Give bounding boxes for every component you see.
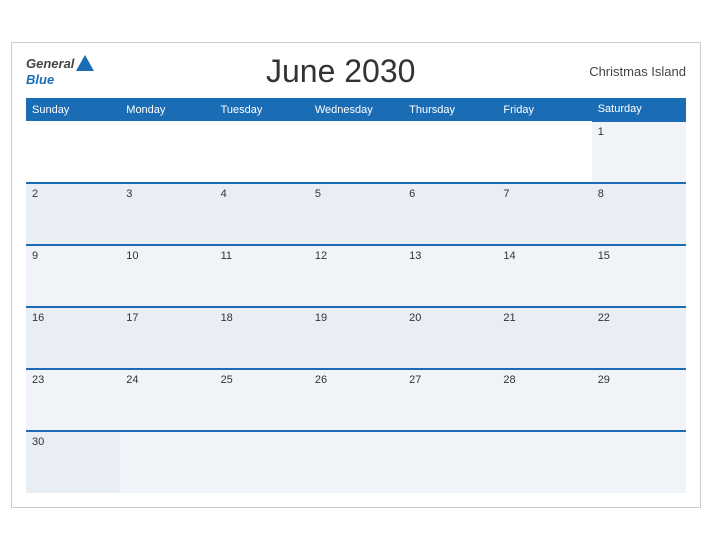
- calendar-day: [592, 431, 686, 493]
- calendar-day: 21: [497, 307, 591, 369]
- day-number: 8: [598, 188, 604, 200]
- calendar-day: 13: [403, 245, 497, 307]
- calendar-day: 26: [309, 369, 403, 431]
- calendar-day: 6: [403, 183, 497, 245]
- calendar-title: June 2030: [95, 53, 586, 90]
- calendar-day: 14: [497, 245, 591, 307]
- calendar-day: [120, 121, 214, 183]
- day-number: 28: [503, 374, 515, 386]
- calendar-day: 16: [26, 307, 120, 369]
- calendar-day: [309, 121, 403, 183]
- day-number: 9: [32, 250, 38, 262]
- calendar-header-row: Sunday Monday Tuesday Wednesday Thursday…: [26, 98, 686, 121]
- calendar-day: [497, 121, 591, 183]
- calendar-day: [309, 431, 403, 493]
- calendar-day: 18: [215, 307, 309, 369]
- col-friday: Friday: [497, 98, 591, 121]
- calendar-day: 28: [497, 369, 591, 431]
- calendar-day: 7: [497, 183, 591, 245]
- day-number: 15: [598, 250, 610, 262]
- day-number: 11: [221, 250, 232, 262]
- calendar-day: [120, 431, 214, 493]
- calendar-day: 20: [403, 307, 497, 369]
- day-number: 14: [503, 250, 515, 262]
- calendar-day: 3: [120, 183, 214, 245]
- day-number: 5: [315, 188, 321, 200]
- calendar-day: 23: [26, 369, 120, 431]
- calendar-header: General Blue June 2030 Christmas Island: [26, 53, 686, 90]
- col-wednesday: Wednesday: [309, 98, 403, 121]
- calendar-day: [497, 431, 591, 493]
- logo-icon: [76, 55, 94, 71]
- calendar-day: 24: [120, 369, 214, 431]
- calendar-day: 9: [26, 245, 120, 307]
- calendar-day: 8: [592, 183, 686, 245]
- calendar-day: [215, 431, 309, 493]
- calendar-container: General Blue June 2030 Christmas Island …: [11, 42, 701, 508]
- calendar-table: Sunday Monday Tuesday Wednesday Thursday…: [26, 98, 686, 493]
- day-number: 27: [409, 374, 421, 386]
- day-number: 26: [315, 374, 327, 386]
- calendar-day: 1: [592, 121, 686, 183]
- day-number: 13: [409, 250, 421, 262]
- day-number: 30: [32, 436, 44, 448]
- calendar-location: Christmas Island: [586, 64, 686, 79]
- calendar-day: 2: [26, 183, 120, 245]
- calendar-day: [403, 121, 497, 183]
- col-thursday: Thursday: [403, 98, 497, 121]
- calendar-day: [26, 121, 120, 183]
- day-number: 4: [221, 188, 227, 200]
- calendar-day: 19: [309, 307, 403, 369]
- day-number: 16: [32, 312, 44, 324]
- calendar-day: 15: [592, 245, 686, 307]
- day-number: 22: [598, 312, 610, 324]
- col-sunday: Sunday: [26, 98, 120, 121]
- day-number: 19: [315, 312, 327, 324]
- day-number: 7: [503, 188, 509, 200]
- logo-general-text: General: [26, 57, 74, 70]
- col-saturday: Saturday: [592, 98, 686, 121]
- calendar-body: 1234567891011121314151617181920212223242…: [26, 121, 686, 493]
- day-number: 1: [598, 126, 604, 138]
- calendar-day: [403, 431, 497, 493]
- calendar-day: 30: [26, 431, 120, 493]
- day-number: 17: [126, 312, 138, 324]
- calendar-day: 27: [403, 369, 497, 431]
- calendar-day: 10: [120, 245, 214, 307]
- calendar-day: 22: [592, 307, 686, 369]
- day-number: 18: [221, 312, 233, 324]
- calendar-day: 12: [309, 245, 403, 307]
- day-number: 25: [221, 374, 233, 386]
- day-number: 20: [409, 312, 421, 324]
- calendar-day: 4: [215, 183, 309, 245]
- day-number: 23: [32, 374, 44, 386]
- day-number: 10: [126, 250, 138, 262]
- calendar-day: 29: [592, 369, 686, 431]
- day-number: 24: [126, 374, 138, 386]
- calendar-day: 5: [309, 183, 403, 245]
- day-number: 12: [315, 250, 327, 262]
- day-number: 6: [409, 188, 415, 200]
- logo: General Blue: [26, 56, 95, 88]
- day-number: 29: [598, 374, 610, 386]
- col-monday: Monday: [120, 98, 214, 121]
- day-number: 21: [503, 312, 515, 324]
- calendar-day: 25: [215, 369, 309, 431]
- col-tuesday: Tuesday: [215, 98, 309, 121]
- calendar-day: 17: [120, 307, 214, 369]
- day-number: 3: [126, 188, 132, 200]
- day-number: 2: [32, 188, 38, 200]
- calendar-day: [215, 121, 309, 183]
- logo-blue-text: Blue: [26, 72, 54, 87]
- calendar-day: 11: [215, 245, 309, 307]
